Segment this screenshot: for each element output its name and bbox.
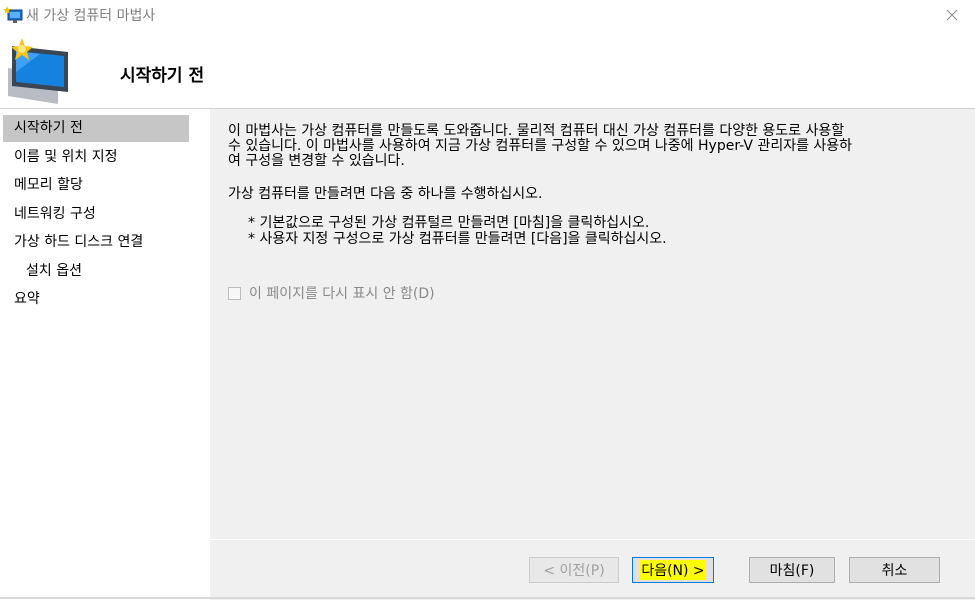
do-not-show-again-option: 이 페이지를 다시 표시 안 함(D) [228, 283, 435, 303]
wizard-content-panel: 이 마법사는 가상 컴퓨터를 만들도록 도와줍니다. 물리적 컴퓨터 대신 가상… [210, 109, 975, 539]
nav-item-name-and-location[interactable]: 이름 및 위치 지정 [3, 144, 189, 171]
option-bullet-list: * 기본값으로 구성된 가상 컴퓨털르 만들려면 [마침]을 클릭하십시오. *… [248, 215, 667, 247]
nav-item-virtual-hard-disk[interactable]: 가상 하드 디스크 연결 [3, 229, 189, 256]
cancel-button[interactable]: 취소 [849, 557, 940, 583]
virtual-machine-wizard-icon [2, 5, 24, 25]
description-line: 여 구성을 변경할 수 있습니다. [228, 153, 405, 169]
next-button-label: 다음(N) > [640, 560, 706, 580]
nav-item-summary[interactable]: 요약 [3, 286, 189, 313]
description-line: 수 있습니다. 이 마법사를 사용하여 지금 가상 컴퓨터를 구성할 수 있으며… [228, 138, 853, 154]
wizard-description: 이 마법사는 가상 컴퓨터를 만들도록 도와줍니다. 물리적 컴퓨터 대신 가상… [228, 124, 968, 169]
nav-item-memory[interactable]: 메모리 할당 [3, 172, 189, 199]
nav-item-installation-options[interactable]: 설치 옵션 [3, 258, 189, 285]
window-title: 새 가상 컴퓨터 마법사 [26, 8, 156, 24]
finish-button[interactable]: 마침(F) [749, 557, 835, 583]
do-not-show-again-checkbox[interactable] [228, 286, 241, 300]
page-title: 시작하기 전 [120, 66, 205, 86]
previous-button[interactable]: < 이전(P) [529, 557, 619, 583]
title-bar: 새 가상 컴퓨터 마법사 [0, 0, 975, 30]
close-button[interactable] [929, 0, 975, 30]
bullet-next-custom: * 사용자 지정 구성으로 가상 컴퓨터를 만들려면 [다음]을 클릭하십시오. [248, 231, 667, 247]
description-line: 이 마법사는 가상 컴퓨터를 만들도록 도와줍니다. 물리적 컴퓨터 대신 가상… [228, 123, 845, 139]
instruction-text: 가상 컴퓨터를 만들려면 다음 중 하나를 수행하십시오. [228, 186, 543, 202]
wizard-button-bar: < 이전(P) 다음(N) > 마침(F) 취소 [210, 539, 975, 600]
close-icon [946, 6, 958, 25]
wizard-step-navigation: 시작하기 전 이름 및 위치 지정 메모리 할당 네트워킹 구성 가상 하드 디… [0, 109, 208, 599]
next-button[interactable]: 다음(N) > [632, 557, 714, 583]
monitor-sparkle-icon [0, 32, 76, 106]
nav-item-before-you-begin[interactable]: 시작하기 전 [3, 115, 189, 142]
do-not-show-again-label: 이 페이지를 다시 표시 안 함(D) [249, 286, 435, 302]
wizard-header: 시작하기 전 [0, 30, 975, 108]
bullet-finish-default: * 기본값으로 구성된 가상 컴퓨털르 만들려면 [마침]을 클릭하십시오. [248, 215, 650, 231]
nav-item-networking[interactable]: 네트워킹 구성 [3, 201, 189, 228]
